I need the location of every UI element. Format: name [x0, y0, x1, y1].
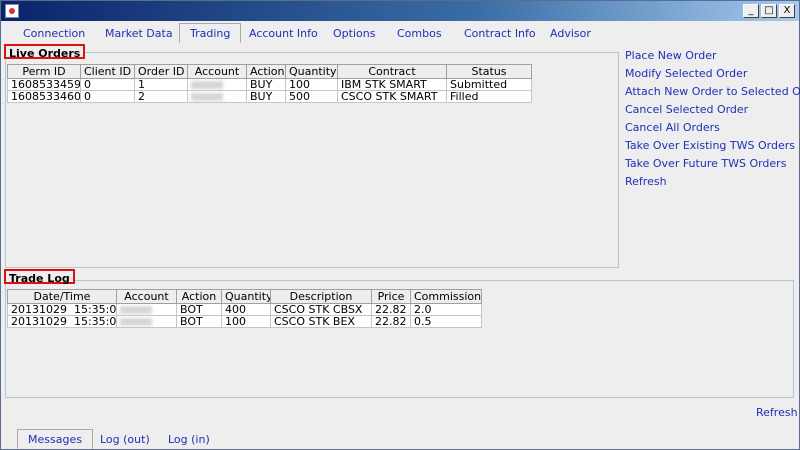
column-header-quantity[interactable]: Quantity [221, 289, 271, 304]
table-row[interactable]: 20131029 15:35:00 BOT 100 CSCO STK BEX 2… [7, 315, 482, 328]
tab-log-in[interactable]: Log (in) [157, 429, 221, 449]
column-header-status[interactable]: Status [446, 64, 532, 79]
column-header-quantity[interactable]: Quantity [285, 64, 338, 79]
date-time-cell: 20131029 15:35:00 [7, 315, 117, 328]
description-cell: CSCO STK BEX [270, 315, 372, 328]
redacted-account [191, 81, 223, 89]
tab-log-out[interactable]: Log (out) [89, 429, 161, 449]
table-row[interactable]: 20131029 15:35:00 BOT 400 CSCO STK CBSX … [7, 303, 482, 316]
description-cell: CSCO STK CBSX [270, 303, 372, 316]
client-id-cell: 0 [80, 90, 135, 103]
tab-contract-info[interactable]: Contract Info [453, 23, 547, 43]
redacted-account [191, 93, 223, 101]
column-header-account[interactable]: Account [187, 64, 247, 79]
action-cell: BOT [176, 303, 222, 316]
column-header-price[interactable]: Price [371, 289, 411, 304]
price-cell: 22.82 [371, 303, 411, 316]
status-cell: Filled [446, 90, 532, 103]
action-cell: BOT [176, 315, 222, 328]
trade-log-header-row: Date/Time Account Action Quantity Descri… [7, 289, 482, 304]
commission-cell: 0.5 [410, 315, 482, 328]
commission-cell: 2.0 [410, 303, 482, 316]
java-app-icon [5, 4, 19, 18]
column-header-client-id[interactable]: Client ID [80, 64, 135, 79]
column-header-action[interactable]: Action [176, 289, 222, 304]
table-row[interactable]: 1608533460 0 2 BUY 500 CSCO STK SMART Fi… [7, 90, 532, 103]
live-orders-table[interactable]: Perm ID Client ID Order ID Account Actio… [7, 64, 532, 103]
contract-cell: CSCO STK SMART [337, 90, 447, 103]
quantity-cell: 100 [285, 78, 338, 91]
modify-selected-order-link[interactable]: Modify Selected Order [625, 65, 800, 83]
column-header-date-time[interactable]: Date/Time [7, 289, 117, 304]
tab-options[interactable]: Options [322, 23, 386, 43]
tab-account-info[interactable]: Account Info [238, 23, 329, 43]
live-orders-title: Live Orders [4, 44, 86, 60]
tab-messages[interactable]: Messages [17, 429, 93, 449]
account-cell [187, 78, 247, 91]
order-id-cell: 1 [134, 78, 188, 91]
account-cell [116, 303, 177, 316]
close-button[interactable]: X [779, 4, 795, 18]
tab-combos[interactable]: Combos [386, 23, 453, 43]
account-cell [116, 315, 177, 328]
log-tab-bar: Messages Log (out) Log (in) [1, 429, 800, 449]
quantity-cell: 500 [285, 90, 338, 103]
live-orders-header-row: Perm ID Client ID Order ID Account Actio… [7, 64, 532, 79]
table-row[interactable]: 1608533459 0 1 BUY 100 IBM STK SMART Sub… [7, 78, 532, 91]
cancel-selected-order-link[interactable]: Cancel Selected Order [625, 101, 800, 119]
status-cell: Submitted [446, 78, 532, 91]
column-header-order-id[interactable]: Order ID [134, 64, 188, 79]
minimize-button[interactable]: _ [743, 4, 759, 18]
tab-connection[interactable]: Connection [12, 23, 96, 43]
perm-id-cell: 1608533460 [7, 90, 81, 103]
redacted-account [120, 306, 152, 314]
account-cell [187, 90, 247, 103]
column-header-commission[interactable]: Commission [410, 289, 482, 304]
trade-log-title: Trade Log [4, 269, 75, 285]
take-over-existing-orders-link[interactable]: Take Over Existing TWS Orders [625, 137, 800, 155]
order-actions-list: Place New Order Modify Selected Order At… [625, 47, 800, 191]
attach-new-order-link[interactable]: Attach New Order to Selected Order [625, 83, 800, 101]
maximize-button[interactable]: □ [761, 4, 777, 18]
date-time-cell: 20131029 15:35:00 [7, 303, 117, 316]
action-cell: BUY [246, 90, 286, 103]
column-header-contract[interactable]: Contract [337, 64, 447, 79]
place-new-order-link[interactable]: Place New Order [625, 47, 800, 65]
title-bar[interactable]: _ □ X [1, 1, 799, 21]
order-id-cell: 2 [134, 90, 188, 103]
tab-market-data[interactable]: Market Data [94, 23, 184, 43]
trade-log-table[interactable]: Date/Time Account Action Quantity Descri… [7, 289, 482, 328]
refresh-trade-log-link[interactable]: Refresh [756, 406, 798, 419]
take-over-future-orders-link[interactable]: Take Over Future TWS Orders [625, 155, 800, 173]
refresh-orders-link[interactable]: Refresh [625, 173, 800, 191]
column-header-description[interactable]: Description [270, 289, 372, 304]
cancel-all-orders-link[interactable]: Cancel All Orders [625, 119, 800, 137]
main-tab-bar: Connection Market Data Trading Account I… [1, 22, 800, 44]
tab-trading[interactable]: Trading [179, 23, 242, 43]
client-id-cell: 0 [80, 78, 135, 91]
column-header-account[interactable]: Account [116, 289, 177, 304]
tab-advisor[interactable]: Advisor [539, 23, 602, 43]
contract-cell: IBM STK SMART [337, 78, 447, 91]
redacted-account [120, 318, 152, 326]
quantity-cell: 400 [221, 303, 271, 316]
quantity-cell: 100 [221, 315, 271, 328]
column-header-action[interactable]: Action [246, 64, 286, 79]
app-window: _ □ X Connection Market Data Trading Acc… [0, 0, 800, 450]
action-cell: BUY [246, 78, 286, 91]
column-header-perm-id[interactable]: Perm ID [7, 64, 81, 79]
price-cell: 22.82 [371, 315, 411, 328]
perm-id-cell: 1608533459 [7, 78, 81, 91]
